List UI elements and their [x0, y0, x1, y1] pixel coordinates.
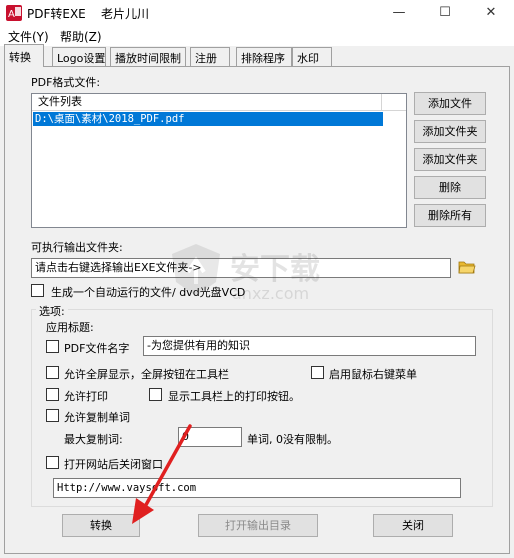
allow-print-label: 允许打印 [64, 390, 108, 403]
pdf-name-input[interactable]: -为您提供有用的知识 [143, 336, 476, 356]
tab-watermark[interactable]: 水印 [292, 47, 332, 66]
open-output-folder-button[interactable]: 打开输出目录 [198, 514, 318, 537]
tab-play-time-limit[interactable]: 播放时间限制 [110, 47, 186, 66]
menu-file[interactable]: 文件(Y) [8, 28, 49, 45]
right-click-menu-checkbox[interactable] [311, 366, 324, 379]
menu-help[interactable]: 帮助(Z) [60, 28, 102, 45]
show-print-button-checkbox[interactable] [149, 388, 162, 401]
add-folder-button-2[interactable]: 添加文件夹 [414, 148, 486, 171]
watermark: 安下载 anxz.com [170, 238, 370, 318]
watermark-subtext: anxz.com [232, 284, 310, 303]
fullscreen-label: 允许全屏显示，全屏按钮在工具栏 [64, 368, 229, 381]
options-group-title: 选项: [36, 303, 68, 319]
autorun-checkbox[interactable] [31, 284, 44, 297]
output-folder-label: 可执行输出文件夹: [31, 241, 123, 254]
maximize-button[interactable]: ☐ [422, 0, 468, 26]
minimize-button[interactable]: — [376, 0, 422, 26]
shield-watermark-icon [172, 244, 220, 296]
close-button[interactable]: 关闭 [373, 514, 453, 537]
file-list-header-filler [382, 94, 406, 111]
delete-button[interactable]: 删除 [414, 176, 486, 199]
tab-register[interactable]: 注册 [190, 47, 230, 66]
pdf-files-label: PDF格式文件: [31, 76, 101, 89]
watermark-text: 安下载 [230, 252, 320, 287]
delete-all-button[interactable]: 删除所有 [414, 204, 486, 227]
tab-logo[interactable]: Logo设置 [52, 47, 106, 66]
pdf-name-label: PDF文件名字 [64, 342, 130, 355]
show-print-button-label: 显示工具栏上的打印按钮。 [168, 390, 300, 403]
app-title-label: 应用标题: [46, 321, 94, 334]
tab-exclude-programs[interactable]: 排除程序 [236, 47, 292, 66]
allow-print-checkbox[interactable] [46, 388, 59, 401]
close-window-button[interactable]: ✕ [468, 0, 514, 26]
red-arrow-annotation [132, 424, 192, 524]
app-icon: A [6, 5, 22, 21]
right-click-menu-label: 启用鼠标右键菜单 [329, 368, 417, 381]
list-item[interactable]: D:\桌面\素材\2018_PDF.pdf [33, 112, 383, 126]
fullscreen-checkbox[interactable] [46, 366, 59, 379]
window-title: PDF转EXE 老片儿川 [27, 7, 150, 21]
svg-text:A: A [8, 9, 15, 20]
max-copy-hint: 单词, 0没有限制。 [247, 433, 338, 446]
file-list[interactable]: 文件列表 D:\桌面\素材\2018_PDF.pdf [31, 93, 407, 228]
tab-convert[interactable]: 转换 [4, 44, 44, 67]
allow-copy-checkbox[interactable] [46, 409, 59, 422]
add-file-button[interactable]: 添加文件 [414, 92, 486, 115]
url-input[interactable]: Http://www.vaysoft.com [53, 478, 461, 498]
folder-open-icon[interactable] [458, 259, 476, 275]
file-list-header[interactable]: 文件列表 [32, 94, 382, 111]
close-after-site-checkbox[interactable] [46, 456, 59, 469]
pdf-name-checkbox[interactable] [46, 340, 59, 353]
max-copy-label: 最大复制词: [64, 433, 123, 446]
add-folder-button[interactable]: 添加文件夹 [414, 120, 486, 143]
